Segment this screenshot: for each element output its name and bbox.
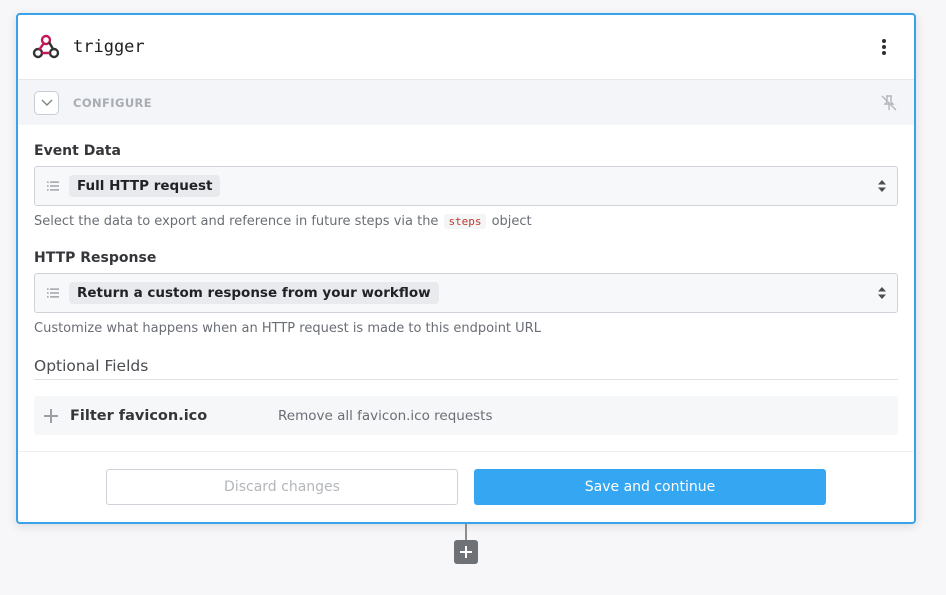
step-title[interactable]: trigger	[73, 37, 872, 57]
list-icon	[47, 181, 59, 191]
step-connector	[465, 524, 467, 540]
add-step-button[interactable]	[454, 540, 478, 564]
http-response-help: Customize what happens when an HTTP requ…	[34, 321, 541, 336]
save-continue-button[interactable]: Save and continue	[474, 469, 826, 505]
sort-arrows-icon	[878, 287, 886, 299]
optional-field-description: Remove all favicon.ico requests	[278, 407, 493, 424]
configure-label: CONFIGURE	[73, 95, 153, 110]
event-data-help: Select the data to export and reference …	[34, 214, 898, 229]
http-response-select[interactable]: Return a custom response from your workf…	[34, 273, 898, 313]
optional-field-name: Filter favicon.ico	[70, 407, 208, 424]
collapse-button[interactable]	[34, 90, 59, 115]
discard-button[interactable]: Discard changes	[106, 469, 458, 505]
optional-fields-heading: Optional Fields	[34, 357, 898, 380]
plus-icon	[460, 546, 472, 558]
kebab-menu-icon[interactable]	[872, 35, 896, 59]
card-header: trigger	[18, 15, 914, 80]
event-data-help-text: Select the data to export and reference …	[34, 214, 439, 229]
plus-icon	[44, 408, 58, 423]
configure-bar[interactable]: CONFIGURE	[18, 80, 914, 125]
event-data-value: Full HTTP request	[69, 175, 221, 197]
sort-arrows-icon	[878, 180, 886, 192]
event-data-select[interactable]: Full HTTP request	[34, 166, 898, 206]
pin-off-icon[interactable]	[880, 94, 898, 112]
webhook-icon	[32, 34, 60, 59]
http-response-label: HTTP Response	[34, 250, 157, 266]
form-body: Event Data Full HTTP request Select the …	[18, 125, 914, 435]
chevron-down-icon	[41, 99, 52, 106]
trigger-card: trigger CONFIGURE Event Data Full HTTP r…	[16, 13, 916, 524]
list-icon	[47, 288, 59, 298]
event-data-help-tail: object	[491, 214, 532, 229]
card-footer: Discard changes Save and continue	[18, 451, 914, 522]
http-response-value: Return a custom response from your workf…	[69, 282, 439, 304]
steps-code: steps	[444, 214, 486, 229]
event-data-label: Event Data	[34, 143, 121, 159]
optional-field-row[interactable]: Filter favicon.ico Remove all favicon.ic…	[34, 396, 898, 435]
